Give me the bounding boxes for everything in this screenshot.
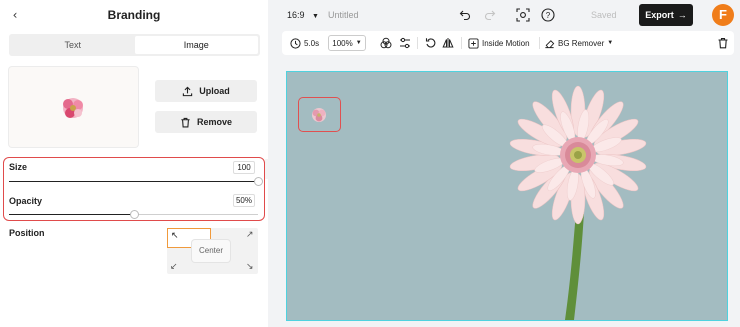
undo-icon[interactable] [459,9,471,21]
arrow-right-icon: → [677,10,687,20]
size-slider[interactable] [9,177,263,186]
export-label: Export [645,10,674,20]
panel-title: Branding [107,8,161,22]
screenshot-icon[interactable] [516,8,530,22]
help-icon[interactable]: ? [541,8,555,22]
branding-panel: ‹ Branding Text Image Upload Remove Size… [0,0,275,327]
duration-button[interactable]: 5.0s [290,31,319,55]
adjust-sliders-icon[interactable] [399,37,411,49]
inside-motion-label: Inside Motion [482,38,530,48]
tab-image[interactable]: Image [134,36,258,54]
flower-logo-thumbnail [63,98,83,118]
bg-remover-dropdown[interactable]: BG Remover ▼ [544,31,613,55]
toolbar-divider [539,37,540,49]
upload-icon [183,86,193,96]
size-label: Size [9,162,28,172]
video-canvas[interactable] [286,71,728,321]
upload-label: Upload [199,86,230,96]
arrow-down-left-icon[interactable]: ↙ [170,262,178,272]
toolbar-divider [461,37,462,49]
editor-area: 16:9 ▼ Untitled ? Saved Export → F 5.0s … [268,0,740,327]
remove-label: Remove [196,117,232,127]
arrow-up-right-icon[interactable]: ↗ [246,230,254,240]
aspect-ratio-dropdown[interactable]: 16:9 ▼ [287,10,319,20]
trash-icon[interactable] [717,37,729,49]
trash-icon [181,117,190,127]
size-value[interactable]: 100 [233,161,255,174]
duration-value: 5.0s [304,38,320,48]
remove-button[interactable]: Remove [155,111,257,133]
brand-logo: F [712,4,734,26]
upload-button[interactable]: Upload [155,80,257,102]
canvas-toolbar: 5.0s 100% ▼ Inside Motion BG Remover ▼ [282,31,734,55]
top-bar: 16:9 ▼ Untitled ? Saved Export → F [268,0,740,30]
position-center-button[interactable]: Center [192,240,230,262]
inside-motion-button[interactable]: Inside Motion [468,31,530,55]
logo-preview [9,67,138,147]
svg-text:?: ? [546,11,551,20]
toolbar-divider [417,37,418,49]
rotate-icon[interactable] [425,37,437,49]
arrow-up-left-icon: ↖ [171,231,179,241]
watermark-logo-overlay[interactable] [298,97,341,132]
eraser-icon [545,39,555,48]
opacity-value[interactable]: 50% [233,194,255,207]
gerbera-flower-photo [287,72,727,320]
color-filter-icon[interactable] [380,37,392,49]
redo-icon[interactable] [484,9,496,21]
position-label: Position [9,228,45,238]
zoom-dropdown[interactable]: 100% ▼ [328,35,366,51]
export-button[interactable]: Export → [639,4,693,26]
zoom-value: 100% [332,38,353,48]
size-slider-thumb[interactable] [254,177,263,186]
opacity-label: Opacity [9,196,43,206]
opacity-slider[interactable] [9,210,258,219]
opacity-slider-fill [9,214,134,215]
flower-logo-watermark [312,108,326,122]
motion-icon [468,37,479,49]
tab-text[interactable]: Text [11,36,135,54]
bg-remover-label: BG Remover [558,38,605,48]
clock-icon [290,37,301,49]
flip-icon[interactable] [442,37,454,49]
chevron-down-icon: ▼ [355,40,362,46]
chevron-down-icon: ▼ [607,40,614,46]
aspect-ratio-value: 16:9 [287,10,305,20]
opacity-slider-thumb[interactable] [129,210,139,219]
branding-type-tabs: Text Image [9,34,260,56]
size-slider-fill [9,181,258,182]
saved-status: Saved [591,10,617,20]
chevron-down-icon: ▼ [312,13,319,20]
arrow-down-right-icon[interactable]: ↘ [246,262,254,272]
project-name[interactable]: Untitled [328,10,359,20]
